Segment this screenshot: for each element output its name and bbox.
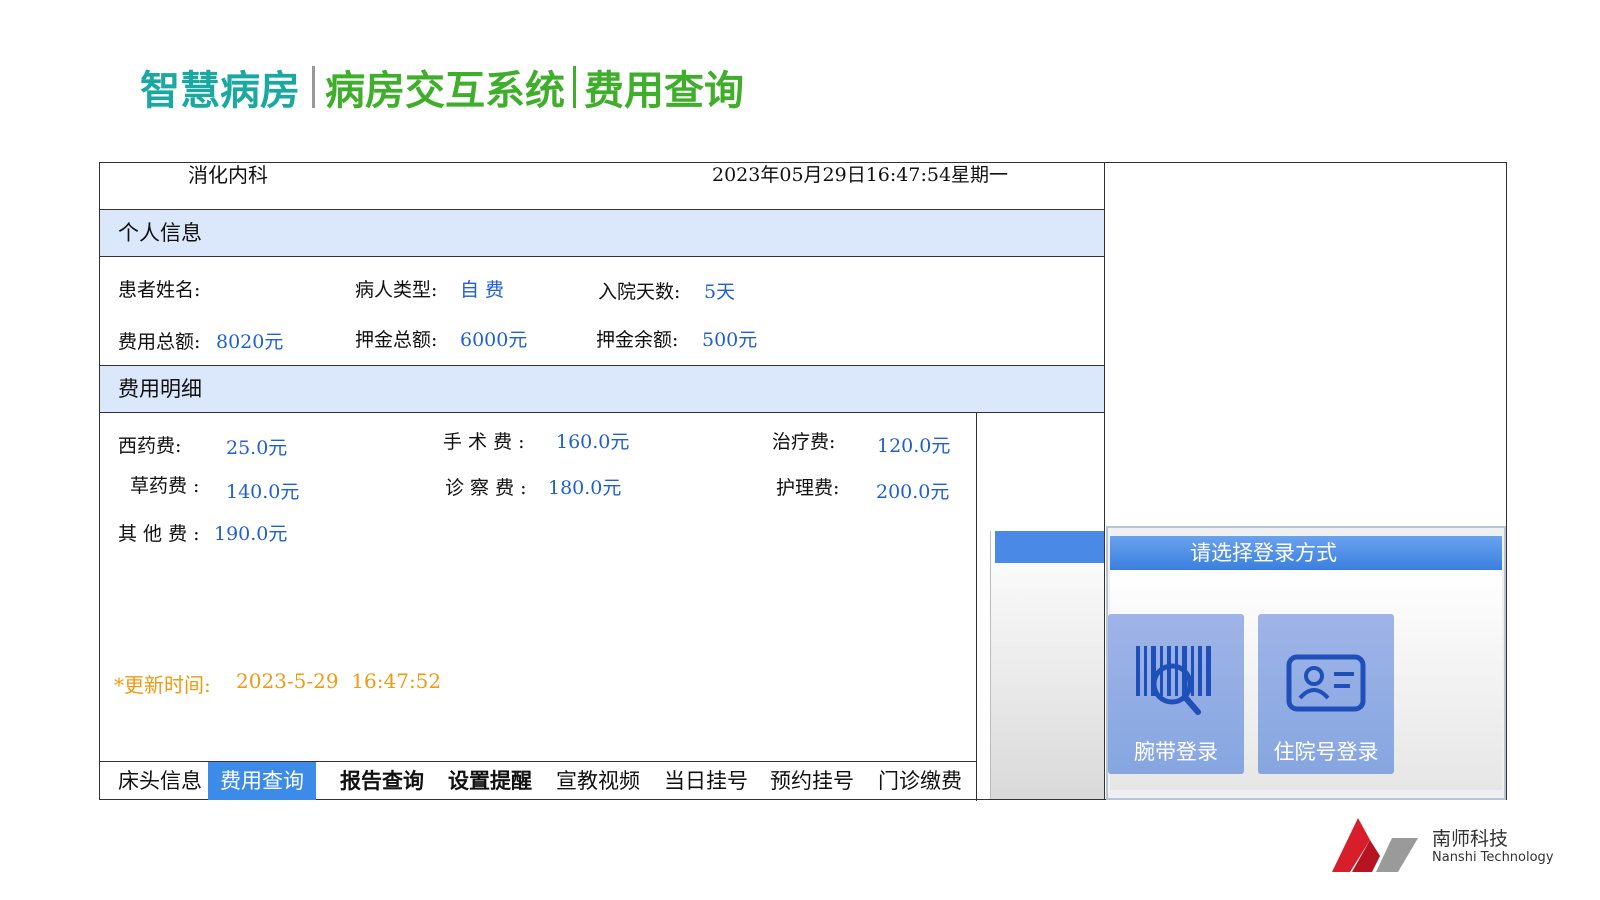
fee-label-surgery: 手 术 费 : [443,431,525,453]
tab-report-query[interactable]: 报告查询 [332,762,432,800]
logo-mark-icon [1332,818,1418,872]
main-panel: 消化内科 2023年05月29日16:47:54星期一 个人信息 患者姓名: 病… [99,162,1507,801]
side-strip [990,531,1104,799]
bottom-tab-bar: 床头信息 费用查询 报告查询 设置提醒 宣教视频 当日挂号 预约挂号 门诊缴费 [100,761,976,800]
logo-name-cn: 南师科技 [1432,828,1509,850]
patient-type-label: 病人类型: [355,279,438,301]
fee-value-consultation: 180.0元 [548,477,622,499]
department-label: 消化内科 [188,163,268,187]
fee-label-consultation: 诊 察 费 : [445,477,527,499]
title-part-smart-ward: 智慧病房 [140,68,300,114]
total-fee-value: 8020元 [216,331,284,353]
update-time-value: 2023-5-29 16:47:52 [236,669,442,693]
login-dialog-title: 请选择登录方式 [1110,536,1502,570]
side-strip-header [995,531,1104,563]
fee-value-other: 190.0元 [214,523,288,545]
company-logo: 南师科技 Nanshi Technology [1332,810,1592,880]
fee-value-western-medicine: 25.0元 [226,437,288,459]
tab-appointment-registration[interactable]: 预约挂号 [762,762,862,800]
panel-divider [1104,163,1105,800]
update-time-label: *更新时间: [114,673,211,697]
fee-value-treatment: 120.0元 [877,435,951,457]
fee-label-other: 其 他 费 : [118,523,200,545]
admission-number-login-button[interactable]: 住院号登录 [1258,614,1394,774]
patient-name-label: 患者姓名: [118,279,201,301]
tab-education-video[interactable]: 宣教视频 [548,762,648,800]
tab-fee-query[interactable]: 费用查询 [208,762,316,800]
fee-value-nursing: 200.0元 [876,481,950,503]
deposit-balance-value: 500元 [702,329,758,351]
page-title: 智慧病房 病房交互系统 费用查询 [140,60,744,114]
admission-number-login-label: 住院号登录 [1273,740,1379,764]
admission-days-value: 5天 [704,281,736,303]
fee-area-border [976,413,977,801]
wristband-login-label: 腕带登录 [1134,740,1218,764]
total-fee-label: 费用总额: [118,331,201,353]
title-part-fee-query: 费用查询 [584,68,744,114]
title-divider [573,66,576,108]
fee-value-surgery: 160.0元 [556,431,630,453]
deposit-total-label: 押金总额: [355,329,438,351]
deposit-balance-label: 押金余额: [596,329,679,351]
datetime-label: 2023年05月29日16:47:54星期一 [712,164,1009,186]
id-card-icon [1286,654,1366,712]
title-divider [312,66,315,108]
deposit-total-value: 6000元 [460,329,528,351]
patient-type-value: 自 费 [460,279,505,301]
tab-bedside-info[interactable]: 床头信息 [110,762,210,800]
login-dialog: 请选择登录方式 腕带登录 住院号登录 [1106,526,1506,800]
fee-label-treatment: 治疗费: [772,431,836,453]
tab-set-reminder[interactable]: 设置提醒 [440,762,540,800]
fee-label-herbal-medicine: 草药费 : [130,475,200,497]
logo-name-en: Nanshi Technology [1432,850,1554,865]
admission-days-label: 入院天数: [598,281,681,303]
title-part-system: 病房交互系统 [325,68,565,114]
fee-details-header: 费用明细 [100,365,1104,413]
fee-label-nursing: 护理费: [776,477,840,499]
wristband-login-button[interactable]: 腕带登录 [1108,614,1244,774]
barcode-scan-icon [1136,646,1211,715]
tab-outpatient-payment[interactable]: 门诊缴费 [870,762,970,800]
fee-label-western-medicine: 西药费: [118,435,182,457]
fee-value-herbal-medicine: 140.0元 [226,481,300,503]
personal-info-header: 个人信息 [100,209,1104,257]
tab-same-day-registration[interactable]: 当日挂号 [656,762,756,800]
